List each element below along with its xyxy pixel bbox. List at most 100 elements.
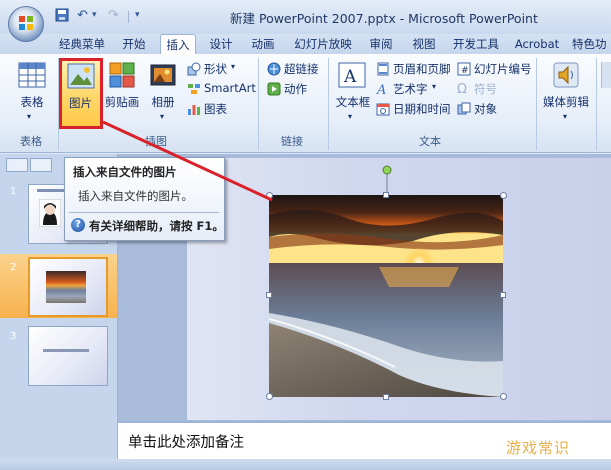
tab-review[interactable]: 审阅 (363, 34, 399, 54)
tab-home[interactable]: 开始 (116, 34, 152, 54)
group-label-links: 链接 (281, 135, 303, 148)
media-clips-icon (553, 62, 579, 91)
group-separator (328, 58, 329, 150)
slide-number-button[interactable]: 幻灯片编号 (474, 61, 532, 77)
slide-number: 1 (10, 186, 17, 197)
smartart-icon (187, 82, 201, 99)
album-dropdown-icon[interactable]: ▾ (160, 112, 164, 121)
tab-developer[interactable]: 开发工具 (446, 34, 506, 54)
resize-handle-bottom[interactable] (383, 394, 389, 400)
action-icon (267, 82, 281, 99)
resize-handle-right[interactable] (500, 292, 506, 298)
wordart-dropdown-icon[interactable]: ▾ (432, 82, 436, 91)
thumb-title-line (43, 349, 89, 352)
media-clips-button[interactable]: 媒体剪辑 (540, 94, 592, 110)
slide-number: 2 (10, 262, 17, 273)
datetime-button[interactable]: 日期和时间 (393, 101, 451, 117)
resize-handle-left[interactable] (266, 292, 272, 298)
chart-button[interactable]: 图表 (204, 101, 227, 117)
ribbon-overflow (601, 62, 611, 88)
object-button[interactable]: 对象 (474, 101, 497, 117)
resize-handle-top[interactable] (383, 192, 389, 198)
slides-tab[interactable] (6, 158, 28, 172)
slide-thumbnail-2[interactable] (28, 257, 108, 317)
wordart-icon: A (376, 82, 390, 99)
tooltip: 插入来自文件的图片 插入来自文件的图片。 ? 有关详细帮助，请按 F1。 (64, 157, 225, 241)
table-icon (18, 62, 46, 91)
svg-text:A: A (376, 83, 386, 96)
sunset-thumbnail-image (46, 271, 86, 303)
table-dropdown-icon[interactable]: ▾ (27, 112, 31, 121)
portrait-thumbnail-icon (39, 199, 61, 227)
tab-special[interactable]: 特色功 (572, 34, 611, 54)
resize-handle-top-right[interactable] (500, 192, 507, 199)
shapes-button[interactable]: 形状 (204, 61, 227, 77)
window-title: 新建 PowerPoint 2007.pptx - Microsoft Powe… (230, 11, 538, 26)
group-label-text: 文本 (419, 135, 441, 148)
tooltip-title: 插入来自文件的图片 (73, 165, 177, 179)
group-separator (258, 58, 259, 150)
outline-tab[interactable] (30, 158, 52, 172)
table-button[interactable]: 表格 (12, 94, 52, 110)
picture-button-highlight (59, 58, 103, 129)
redo-icon[interactable]: ↷ (108, 8, 119, 24)
tab-slideshow[interactable]: 幻灯片放映 (287, 34, 359, 54)
symbol-icon: Ω (457, 82, 467, 97)
tab-classic-menu[interactable]: 经典菜单 (52, 34, 112, 54)
shapes-icon (187, 62, 201, 79)
qat-separator (128, 11, 129, 23)
textbox-dropdown-icon[interactable]: ▾ (348, 112, 352, 121)
slide-number: 3 (10, 331, 17, 342)
tab-animation[interactable]: 动画 (245, 34, 281, 54)
header-footer-button[interactable]: 页眉和页脚 (393, 61, 451, 77)
office-button[interactable] (8, 6, 44, 42)
tooltip-help-text: 有关详细帮助，请按 F1。 (89, 219, 224, 233)
customize-qat-icon[interactable]: ▾ (135, 10, 140, 26)
status-bar (0, 459, 611, 470)
save-icon[interactable] (55, 8, 69, 24)
clipart-button[interactable]: 剪贴画 (102, 94, 142, 110)
album-icon (150, 62, 176, 91)
textbox-icon: A (338, 62, 366, 91)
album-button[interactable]: 相册 (143, 94, 183, 110)
symbol-button: 符号 (474, 82, 497, 96)
resize-handle-top-left[interactable] (266, 192, 273, 199)
group-separator (596, 58, 597, 150)
hyperlink-button[interactable]: 超链接 (284, 61, 319, 77)
slide-thumbnail-3[interactable] (28, 326, 108, 386)
header-footer-icon (376, 62, 390, 79)
group-label-illustrations: 插图 (145, 135, 167, 148)
tab-acrobat[interactable]: Acrobat (510, 34, 564, 54)
hyperlink-icon (267, 62, 281, 79)
shapes-dropdown-icon[interactable]: ▾ (231, 62, 235, 71)
object-icon (457, 102, 471, 119)
tab-view[interactable]: 视图 (406, 34, 442, 54)
watermark-text: 游戏常识 (506, 439, 571, 457)
smartart-button[interactable]: SmartArt (204, 81, 256, 95)
tooltip-separator (69, 212, 219, 213)
resize-handle-bottom-left[interactable] (266, 393, 273, 400)
wordart-button[interactable]: 艺术字 (393, 81, 428, 97)
chart-icon (187, 102, 201, 119)
sunset-beach-picture[interactable] (269, 195, 503, 397)
textbox-button[interactable]: 文本框 (332, 94, 374, 110)
group-separator (536, 58, 537, 150)
undo-icon[interactable]: ↶ (77, 8, 88, 24)
sunset-beach-image (269, 195, 503, 397)
action-button[interactable]: 动作 (284, 81, 307, 97)
resize-handle-bottom-right[interactable] (500, 393, 507, 400)
slide-number-icon: # (457, 62, 471, 79)
datetime-icon (376, 102, 390, 119)
svg-text:#: # (461, 66, 469, 76)
svg-text:A: A (343, 67, 357, 87)
undo-dropdown-icon[interactable]: ▾ (92, 10, 97, 26)
help-icon: ? (71, 218, 85, 232)
group-label-table: 表格 (20, 135, 42, 148)
tab-design[interactable]: 设计 (203, 34, 239, 54)
clipart-icon (109, 62, 135, 91)
media-clips-dropdown-icon[interactable]: ▾ (563, 112, 567, 121)
tooltip-description: 插入来自文件的图片。 (78, 189, 193, 203)
office-logo-icon (19, 16, 33, 30)
tab-insert[interactable]: 插入 (160, 34, 196, 54)
notes-placeholder[interactable]: 单击此处添加备注 (128, 431, 244, 452)
